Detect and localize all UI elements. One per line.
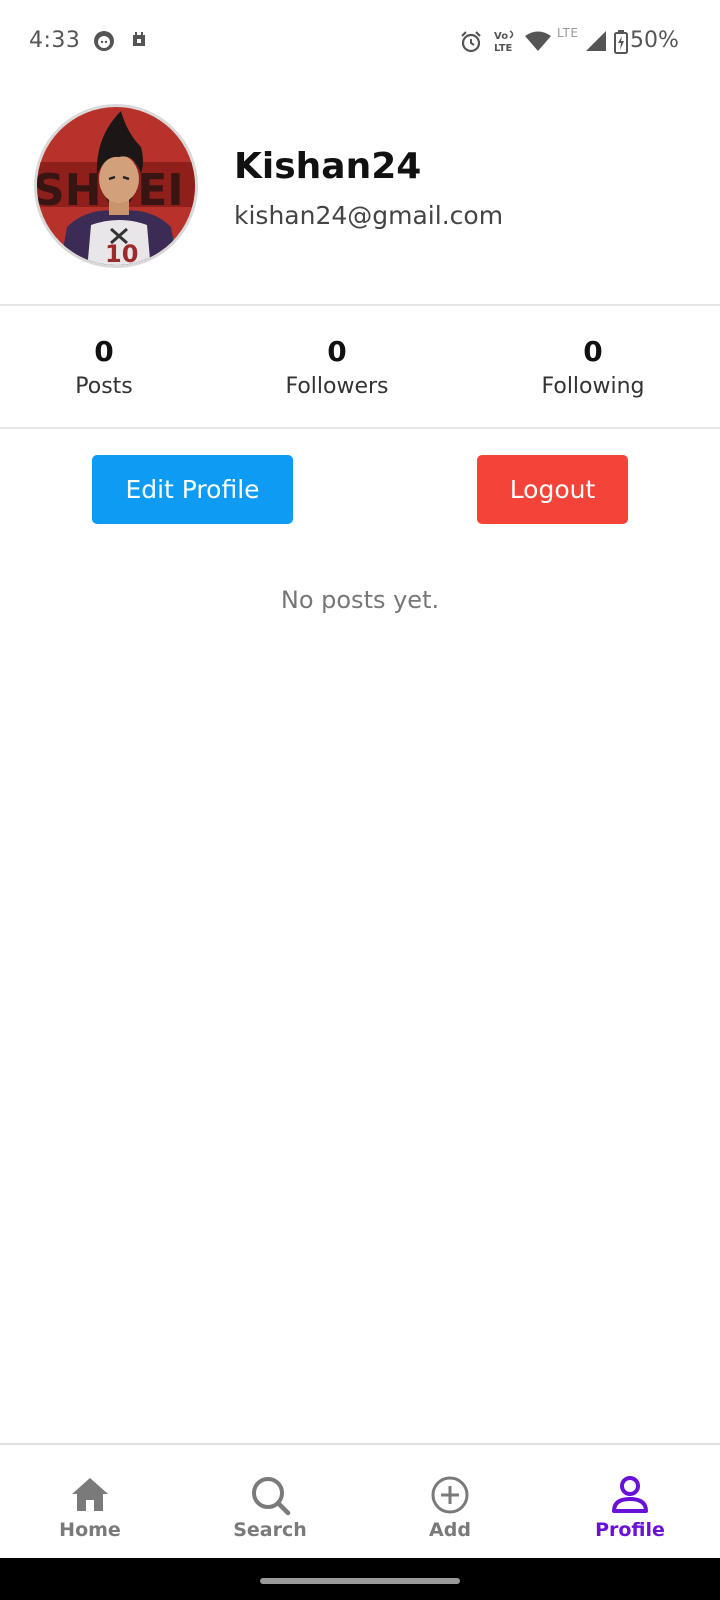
nav-label: Search: [233, 1519, 307, 1541]
svg-text:Vo: Vo: [494, 31, 508, 42]
divider: [0, 427, 720, 429]
nav-item-search[interactable]: Search: [200, 1473, 340, 1541]
battery-charging-icon: [614, 30, 628, 54]
logout-button[interactable]: Logout: [477, 455, 628, 524]
stat-posts[interactable]: 0 Posts: [54, 334, 154, 404]
nav-item-home[interactable]: Home: [20, 1473, 160, 1541]
stat-value: 0: [94, 335, 114, 368]
svg-text:10: 10: [105, 240, 138, 268]
stat-label: Followers: [285, 374, 389, 399]
home-indicator[interactable]: [260, 1578, 460, 1584]
alarm-icon: [461, 31, 481, 53]
stat-label: Posts: [75, 374, 133, 399]
svg-text:LTE: LTE: [494, 43, 513, 54]
system-nav-bar: [0, 1558, 720, 1600]
wifi-icon: [525, 31, 551, 51]
profile-email: kishan24@gmail.com: [234, 201, 504, 230]
calendar-notification-icon: [133, 32, 145, 46]
edit-profile-button[interactable]: Edit Profile: [92, 455, 293, 524]
stat-value: 0: [327, 335, 347, 368]
nav-label: Home: [59, 1519, 121, 1541]
nav-label: Profile: [595, 1519, 665, 1541]
signal-icon: [586, 31, 606, 51]
nav-label: Add: [429, 1519, 471, 1541]
nav-item-profile[interactable]: Profile: [560, 1473, 700, 1541]
empty-posts-message: No posts yet.: [280, 586, 440, 614]
volte-icon: Vo LTE: [494, 30, 514, 54]
avatar[interactable]: SHUEI 10: [34, 104, 198, 268]
home-icon: [72, 1478, 108, 1511]
status-time: 4:33: [29, 28, 81, 53]
profile-username: Kishan24: [234, 146, 422, 187]
stat-following[interactable]: 0 Following: [518, 334, 668, 404]
search-icon: [252, 1477, 291, 1516]
nav-item-add[interactable]: Add: [380, 1473, 520, 1541]
face-notification-icon: [94, 31, 114, 51]
stat-label: Following: [541, 374, 645, 399]
avatar-image: SHUEI 10: [37, 107, 195, 268]
status-bar: 4:33 Vo LTE LTE 50%: [0, 0, 720, 84]
profile-header: SHUEI 10 Kishan24 kishan24@gmail.com: [0, 84, 720, 304]
stat-value: 0: [583, 335, 603, 368]
add-circle-icon: [431, 1476, 469, 1514]
stat-followers[interactable]: 0 Followers: [262, 334, 412, 404]
person-icon: [612, 1476, 648, 1513]
battery-percent: 50%: [630, 28, 679, 53]
network-type: LTE: [557, 26, 579, 40]
divider: [0, 304, 720, 306]
bottom-nav: Home Search Add Profile: [0, 1443, 720, 1558]
